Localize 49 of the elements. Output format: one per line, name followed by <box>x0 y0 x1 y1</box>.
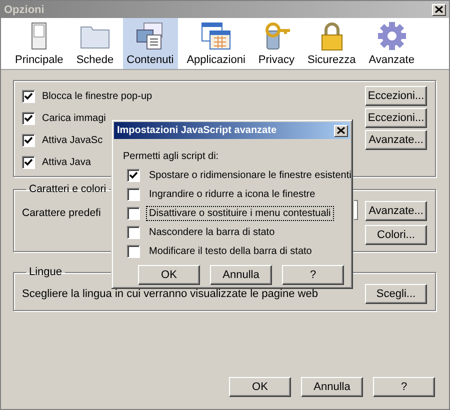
checkbox[interactable] <box>127 169 140 182</box>
group-legend: Lingue <box>26 266 66 278</box>
checkbox-label: Modificare il testo della barra di stato <box>148 245 313 259</box>
settings-button[interactable]: Avanzate... <box>365 201 427 221</box>
settings-button[interactable]: Colori... <box>365 225 427 245</box>
gear-icon <box>376 21 407 51</box>
checkbox-label: Disattivare o sostituire i menu contestuali <box>146 206 334 221</box>
checkbox[interactable] <box>22 134 35 146</box>
checkbox-label: Spostare o ridimensionare le finestre esistenti <box>148 169 352 183</box>
toolbar-tab[interactable]: Applicazioni <box>182 18 250 69</box>
checkbox-label: Attiva JavaSc <box>41 134 104 148</box>
toolbar-tab[interactable]: Principale <box>11 18 68 69</box>
ok-button[interactable]: OK <box>138 265 200 285</box>
choose-button[interactable]: Scegli... <box>365 284 427 304</box>
dialog-prompt: Permetti agli script di: <box>123 151 220 162</box>
toolbar-tab[interactable]: Sicurezza <box>303 18 360 69</box>
group-legend: Caratteri e colori <box>26 183 110 195</box>
checkbox[interactable] <box>22 90 35 102</box>
toolbar-tab[interactable]: Privacy <box>254 18 298 69</box>
help-button[interactable]: ? <box>373 377 435 397</box>
field-label: Carattere predefi <box>22 207 101 219</box>
settings-button[interactable]: Eccezioni... <box>365 86 427 106</box>
toolbar-tab[interactable]: Contenuti <box>122 18 178 69</box>
checkbox[interactable] <box>127 207 140 220</box>
checkbox-label: Ingrandire o ridurre a icona le finestre <box>148 188 316 202</box>
help-button[interactable]: ? <box>282 265 344 285</box>
checkbox-label: Blocca le finestre pop-up <box>41 90 154 104</box>
checkbox[interactable] <box>22 112 35 124</box>
window-title: Opzioni <box>4 4 44 16</box>
close-button[interactable] <box>334 124 348 136</box>
cancel-button[interactable]: Annulla <box>210 265 272 285</box>
checkbox[interactable] <box>22 156 35 168</box>
checkbox[interactable] <box>127 245 140 258</box>
checkbox-label: Attiva Java <box>41 156 92 170</box>
dropdown-field[interactable] <box>354 200 358 220</box>
windows-icon <box>200 21 232 51</box>
ok-button[interactable]: OK <box>229 377 291 397</box>
settings-button[interactable]: Eccezioni... <box>365 108 427 128</box>
checkbox-label: Nascondere la barra di stato <box>148 226 276 240</box>
checkbox-label: Carica immagi <box>41 112 107 126</box>
checkbox[interactable] <box>127 188 140 201</box>
checkbox[interactable] <box>127 226 140 239</box>
dialog-title: Impostazioni JavaScript avanzate <box>117 125 277 136</box>
description-text: Scegliere la lingua in cui verranno visualizzate le pagine web <box>22 288 318 300</box>
toolbar-tab[interactable]: Avanzate <box>364 18 418 69</box>
close-button[interactable] <box>432 4 446 16</box>
cancel-button[interactable]: Annulla <box>301 377 363 397</box>
settings-button[interactable]: Avanzate... <box>365 130 427 150</box>
toolbar-tab[interactable]: Schede <box>72 18 118 69</box>
